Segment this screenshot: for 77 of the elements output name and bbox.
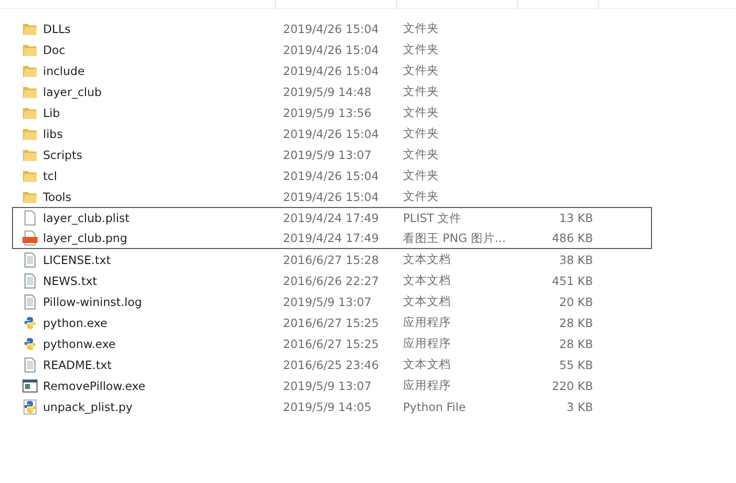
file-name[interactable]: libs xyxy=(43,126,63,140)
modified-date: 2019/5/9 13:56 xyxy=(283,106,372,120)
modified-date: 2019/4/26 15:04 xyxy=(283,42,380,56)
file-type: 文件夹 xyxy=(403,84,440,99)
image-file-icon xyxy=(22,230,38,246)
file-type: 文件夹 xyxy=(403,147,440,162)
file-name[interactable]: Tools xyxy=(43,190,72,204)
file-name[interactable]: Lib xyxy=(43,106,60,120)
modified-date: 2019/5/9 13:07 xyxy=(283,378,372,392)
file-name[interactable]: python.exe xyxy=(43,316,108,330)
file-type: 应用程序 xyxy=(403,315,452,330)
modified-date: 2016/6/27 15:25 xyxy=(283,336,380,350)
file-size: 28 KB xyxy=(559,316,593,330)
file-type: 文件夹 xyxy=(403,63,440,78)
file-name[interactable]: layer_club.png xyxy=(43,231,128,245)
file-name[interactable]: Doc xyxy=(43,42,66,56)
file-type: PLIST 文件 xyxy=(403,210,463,226)
modified-date: 2016/6/27 15:25 xyxy=(283,316,380,330)
modified-date: 2016/6/25 23:46 xyxy=(283,358,380,372)
file-name[interactable]: LICENSE.txt xyxy=(43,252,111,266)
modified-date: 2019/5/9 13:07 xyxy=(283,148,372,162)
file-size: 20 KB xyxy=(559,294,593,308)
file-size: 28 KB xyxy=(559,336,593,350)
file-size: 486 KB xyxy=(552,231,593,245)
text-file-icon xyxy=(22,272,38,288)
file-type: 文件夹 xyxy=(403,42,440,57)
file-type: 文件夹 xyxy=(403,105,440,120)
file-size: 451 KB xyxy=(552,274,593,288)
file-size: 220 KB xyxy=(552,378,593,392)
file-name[interactable]: Pillow-wininst.log xyxy=(43,294,142,308)
file-icon xyxy=(22,210,38,226)
modified-date: 2019/4/26 15:04 xyxy=(283,22,380,36)
file-type: 文件夹 xyxy=(403,168,440,183)
file-size: 38 KB xyxy=(559,252,593,266)
file-name[interactable]: README.txt xyxy=(43,358,112,372)
modified-date: 2019/4/24 17:49 xyxy=(283,211,380,225)
modified-date: 2019/5/9 13:07 xyxy=(283,294,372,308)
file-size: 55 KB xyxy=(559,358,593,372)
file-name[interactable]: layer_club.plist xyxy=(43,211,130,225)
file-size: 3 KB xyxy=(566,400,593,414)
modified-date: 2019/5/9 14:48 xyxy=(283,84,372,98)
modified-date: 2019/4/26 15:04 xyxy=(283,168,380,182)
file-type: 文本文档 xyxy=(403,294,452,309)
file-name[interactable]: unpack_plist.py xyxy=(43,400,133,414)
modified-date: 2019/4/26 15:04 xyxy=(283,126,380,140)
modified-date: 2016/6/27 15:28 xyxy=(283,252,380,266)
file-name[interactable]: pythonw.exe xyxy=(43,336,116,350)
modified-date: 2016/6/26 22:27 xyxy=(283,274,380,288)
python-icon xyxy=(22,336,38,352)
modified-date: 2019/4/26 15:04 xyxy=(283,190,380,204)
file-type: 看图王 PNG 图片... xyxy=(403,230,507,246)
modified-date: 2019/5/9 14:05 xyxy=(283,400,372,414)
file-name[interactable]: tcl xyxy=(43,168,58,182)
file-type: 文本文档 xyxy=(403,252,452,267)
file-type: Python File xyxy=(403,400,467,414)
file-type: 应用程序 xyxy=(403,378,452,393)
file-name[interactable]: Scripts xyxy=(43,148,82,162)
file-name[interactable]: include xyxy=(43,64,85,78)
application-icon xyxy=(22,378,38,394)
file-size: 13 KB xyxy=(559,211,593,225)
text-file-icon xyxy=(22,252,38,268)
python-icon xyxy=(22,398,38,414)
file-type: 文本文档 xyxy=(403,357,452,372)
file-type: 应用程序 xyxy=(403,336,452,351)
file-name[interactable]: RemovePillow.exe xyxy=(43,378,146,392)
text-file-icon xyxy=(22,356,38,372)
file-name[interactable]: DLLs xyxy=(43,22,71,36)
python-icon xyxy=(22,314,38,330)
file-type: 文件夹 xyxy=(403,21,440,36)
text-file-icon xyxy=(22,294,38,310)
file-name[interactable]: layer_club xyxy=(43,84,102,98)
file-type: 文件夹 xyxy=(403,126,440,141)
file-type: 文件夹 xyxy=(403,189,440,204)
modified-date: 2019/4/24 17:49 xyxy=(283,231,380,245)
file-name[interactable]: NEWS.txt xyxy=(43,274,98,288)
modified-date: 2019/4/26 15:04 xyxy=(283,64,380,78)
file-type: 文本文档 xyxy=(403,273,452,288)
